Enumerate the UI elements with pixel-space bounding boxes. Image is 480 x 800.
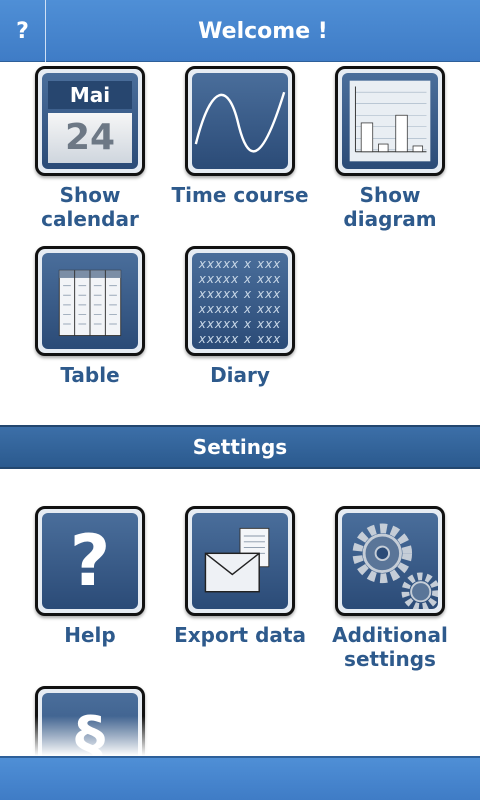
tile-label-line1: Table [60, 363, 120, 387]
export-envelope-icon[interactable] [185, 506, 295, 616]
tile-label-line1: Time course [171, 183, 309, 207]
diary-handwriting-line: xxxxx x xxx [198, 272, 282, 286]
table-tile[interactable]: Table [15, 246, 165, 387]
diary-tile[interactable]: xxxxx x xxx xxxxx x xxx xxxxx x xxx xxxx… [165, 246, 315, 387]
question-mark-glyph: ? [69, 520, 111, 602]
export-data-tile[interactable]: Export data [165, 506, 315, 647]
gears-icon[interactable] [335, 506, 445, 616]
tile-label-line1: Diary [210, 363, 270, 387]
diagram-icon[interactable] [335, 66, 445, 176]
show-diagram-tile[interactable]: Show diagram [315, 66, 465, 231]
envelope-graphic [204, 527, 270, 593]
tile-label-line1: Show [59, 183, 121, 207]
bar-diagram-graphic [349, 80, 431, 162]
diary-handwriting-line: xxxxx x xxx [198, 287, 282, 301]
content-area[interactable]: Mai 24 Show calendar Time course Show di… [0, 62, 480, 756]
help-tile[interactable]: ? Help [15, 506, 165, 647]
diary-icon[interactable]: xxxxx x xxx xxxxx x xxx xxxxx x xxx xxxx… [185, 246, 295, 356]
diary-handwriting-line: xxxxx x xxx [198, 332, 282, 346]
tile-label-line1: Additional [332, 623, 448, 647]
gears-graphic [352, 523, 438, 609]
top-bar: ? Welcome ! [0, 0, 480, 62]
tile-label-line1: Export data [174, 623, 306, 647]
help-icon[interactable]: ? [35, 506, 145, 616]
time-course-tile[interactable]: Time course [165, 66, 315, 207]
bottom-bar [0, 756, 480, 800]
tile-label-line2: settings [344, 647, 436, 671]
settings-section-header: Settings [0, 425, 480, 469]
table-icon[interactable] [35, 246, 145, 356]
wave-graphic [194, 91, 286, 153]
tile-label-line2: diagram [343, 207, 437, 231]
page-title: Welcome ! [198, 18, 328, 44]
paragraph-glyph: § [75, 704, 105, 756]
time-course-icon[interactable] [185, 66, 295, 176]
diary-handwriting-line: xxxxx x xxx [198, 257, 282, 271]
show-calendar-tile[interactable]: Mai 24 Show calendar [15, 66, 165, 231]
help-button[interactable]: ? [0, 0, 46, 62]
tile-label-line1: Show [359, 183, 421, 207]
legal-tile[interactable]: § [15, 686, 165, 756]
calendar-icon[interactable]: Mai 24 [35, 66, 145, 176]
diary-handwriting-line: xxxxx x xxx [198, 317, 282, 331]
additional-settings-tile[interactable]: Additional settings [315, 506, 465, 671]
table-graphic [58, 269, 122, 337]
calendar-day: 24 [48, 113, 132, 163]
calendar-month: Mai [48, 81, 132, 109]
diary-handwriting-line: xxxxx x xxx [198, 302, 282, 316]
tile-label-line1: Help [64, 623, 116, 647]
tile-label-line2: calendar [41, 207, 139, 231]
paragraph-icon[interactable]: § [35, 686, 145, 756]
